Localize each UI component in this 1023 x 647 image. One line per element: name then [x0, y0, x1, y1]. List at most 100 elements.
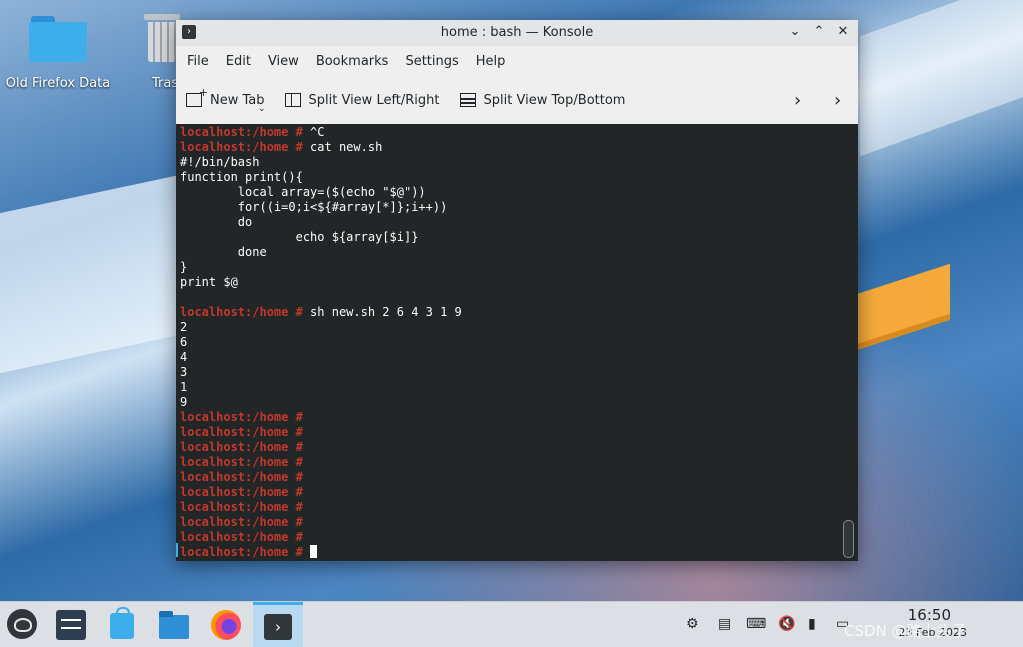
split-top-bottom-button[interactable]: Split View Top/Bottom — [459, 92, 626, 108]
terminal-output: localhost:/home # ^C localhost:/home # ca… — [176, 124, 858, 560]
terminal-line: localhost:/home # ^C — [180, 125, 858, 140]
terminal-line: local array=($(echo "$@")) — [180, 185, 858, 200]
terminal-text: echo ${array[$i]} — [180, 230, 419, 244]
title-bar[interactable]: › home : bash — Konsole ⌄ ⌃ ✕ — [176, 20, 858, 46]
terminal-line: print $@ — [180, 275, 858, 290]
terminal-view[interactable]: localhost:/home # ^C localhost:/home # ca… — [176, 124, 858, 561]
terminal-text: cat new.sh — [302, 140, 383, 154]
konsole-icon: › — [264, 614, 292, 640]
terminal-line: localhost:/home # — [180, 530, 858, 545]
menu-file[interactable]: File — [180, 54, 216, 69]
menu-bar: File Edit View Bookmarks Settings Help — [176, 46, 858, 76]
terminal-line: 1 — [180, 380, 858, 395]
terminal-line: 6 — [180, 335, 858, 350]
menu-settings[interactable]: Settings — [398, 54, 465, 69]
volume-muted-icon[interactable]: 🔇 — [778, 616, 795, 632]
opensuse-icon — [7, 609, 37, 639]
settings-icon — [56, 610, 86, 640]
application-launcher[interactable] — [5, 607, 41, 643]
terminal-line: 9 — [180, 395, 858, 410]
new-tab-button[interactable]: New Tab — [186, 86, 265, 108]
shell-prompt: localhost:/home # — [180, 410, 303, 424]
terminal-line: localhost:/home # — [180, 470, 858, 485]
terminal-text: 4 — [180, 350, 188, 364]
terminal-line: localhost:/home # — [180, 515, 858, 530]
terminal-line — [180, 290, 858, 305]
chevron-down-icon[interactable]: ⌄ — [258, 104, 266, 114]
shell-prompt: localhost:/home # — [180, 440, 303, 454]
wallpaper-shape — [850, 263, 950, 353]
terminal-line: localhost:/home # — [180, 455, 858, 470]
menu-help[interactable]: Help — [469, 54, 513, 69]
menu-view[interactable]: View — [261, 54, 306, 69]
scrollbar-thumb[interactable] — [843, 520, 854, 558]
network-icon[interactable]: ⚙ — [686, 616, 699, 632]
shell-prompt: localhost:/home # — [180, 125, 303, 139]
task-system-settings[interactable] — [53, 607, 89, 643]
shopping-bag-icon — [110, 607, 134, 639]
shell-prompt: localhost:/home # — [180, 470, 303, 484]
terminal-text: } — [180, 260, 188, 274]
terminal-text: function print(){ — [180, 170, 303, 184]
terminal-line: localhost:/home # cat new.sh — [180, 140, 858, 155]
terminal-text: 6 — [180, 335, 188, 349]
toolbar: New Tab ⌄ Split View Left/Right Split Vi… — [176, 76, 858, 124]
taskbar: › ⚙ ▤ ⌨ 🔇 ▮ ▭ 16:50 23 Feb 2023 CSDN @路上… — [0, 601, 1023, 647]
terminal-line: localhost:/home # sh new.sh 2 6 4 3 1 9 — [180, 305, 858, 320]
terminal-line: 4 — [180, 350, 858, 365]
split-left-right-button[interactable]: Split View Left/Right — [284, 92, 440, 108]
terminal-line: for((i=0;i<${#array[*]};i++)) — [180, 200, 858, 215]
menu-edit[interactable]: Edit — [219, 54, 258, 69]
maximize-icon[interactable]: ⌃ — [810, 23, 828, 41]
terminal-line: done — [180, 245, 858, 260]
desktop-icon-label: Old Firefox Data — [5, 76, 111, 91]
terminal-line: localhost:/home # — [180, 545, 858, 560]
terminal-line: } — [180, 260, 858, 275]
terminal-text: 1 — [180, 380, 188, 394]
konsole-window: › home : bash — Konsole ⌄ ⌃ ✕ File Edit … — [176, 20, 858, 561]
keyboard-icon[interactable]: ⌨ — [746, 616, 766, 632]
shell-prompt: localhost:/home # — [180, 500, 303, 514]
shell-prompt: localhost:/home # — [180, 140, 303, 154]
terminal-line: localhost:/home # — [180, 440, 858, 455]
terminal-line: echo ${array[$i]} — [180, 230, 858, 245]
new-tab-icon — [186, 86, 208, 107]
folder-icon — [159, 611, 189, 639]
terminal-text: 2 — [180, 320, 188, 334]
terminal-line: #!/bin/bash — [180, 155, 858, 170]
task-konsole[interactable]: › — [253, 602, 303, 647]
terminal-line: localhost:/home # — [180, 485, 858, 500]
shell-prompt: localhost:/home # — [180, 455, 303, 469]
menu-bookmarks[interactable]: Bookmarks — [309, 54, 396, 69]
chevron-right-icon[interactable]: › — [794, 90, 801, 111]
terminal-line: localhost:/home # — [180, 425, 858, 440]
terminal-line: 2 — [180, 320, 858, 335]
minimize-icon[interactable]: ⌄ — [786, 23, 804, 41]
shell-prompt: localhost:/home # — [180, 485, 303, 499]
terminal-text: 9 — [180, 395, 188, 409]
folder-icon — [29, 12, 87, 62]
usb-device-icon[interactable]: ▮ — [808, 616, 816, 632]
split-left-right-label: Split View Left/Right — [308, 92, 440, 108]
clipboard-icon[interactable]: ▤ — [718, 616, 731, 632]
terminal-text: done — [180, 245, 267, 259]
task-discover[interactable] — [104, 607, 140, 643]
chevron-right-icon[interactable]: › — [834, 90, 841, 111]
close-icon[interactable]: ✕ — [834, 23, 852, 41]
firefox-icon — [211, 610, 241, 640]
task-file-manager[interactable] — [156, 607, 192, 643]
task-firefox[interactable] — [208, 607, 244, 643]
terminal-line: localhost:/home # — [180, 500, 858, 515]
terminal-text: do — [180, 215, 253, 229]
terminal-text: ^C — [302, 125, 325, 139]
terminal-line: localhost:/home # — [180, 410, 858, 425]
terminal-text: for((i=0;i<${#array[*]};i++)) — [180, 200, 448, 214]
desktop-icon-old-firefox-data[interactable]: Old Firefox Data — [4, 12, 112, 91]
watermark: CSDN @路上头子 — [844, 622, 967, 640]
shell-prompt: localhost:/home # — [180, 305, 303, 319]
terminal-line: function print(){ — [180, 170, 858, 185]
trash-icon — [144, 12, 180, 62]
split-top-bottom-label: Split View Top/Bottom — [483, 92, 626, 108]
